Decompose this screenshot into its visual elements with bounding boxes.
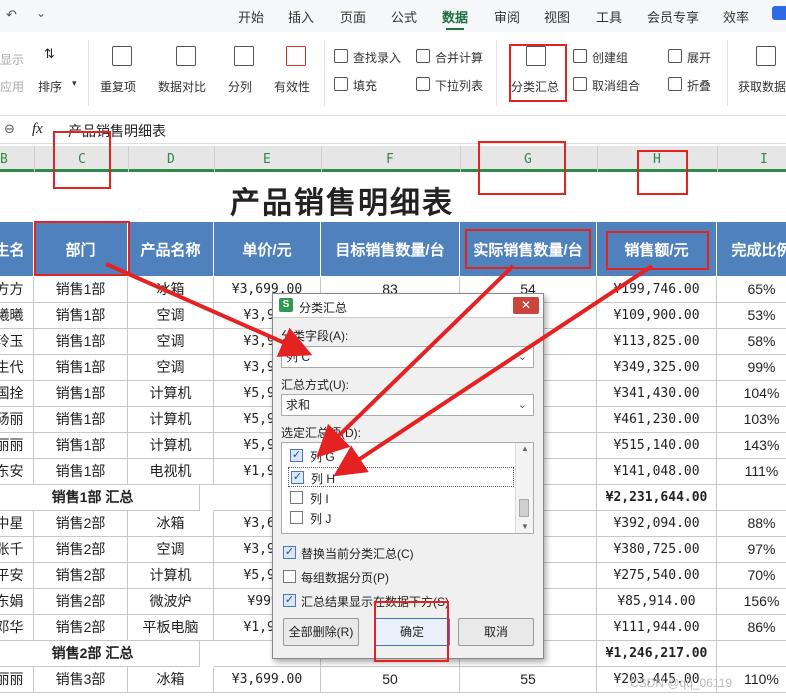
arrow-actual-to-col-g xyxy=(316,264,515,458)
arrow-sales-to-col-h xyxy=(333,264,654,477)
arrow-dept-to-field xyxy=(105,262,313,357)
annotation-arrows xyxy=(105,262,654,477)
watermark: CSDN @qq_06119 xyxy=(630,676,733,690)
